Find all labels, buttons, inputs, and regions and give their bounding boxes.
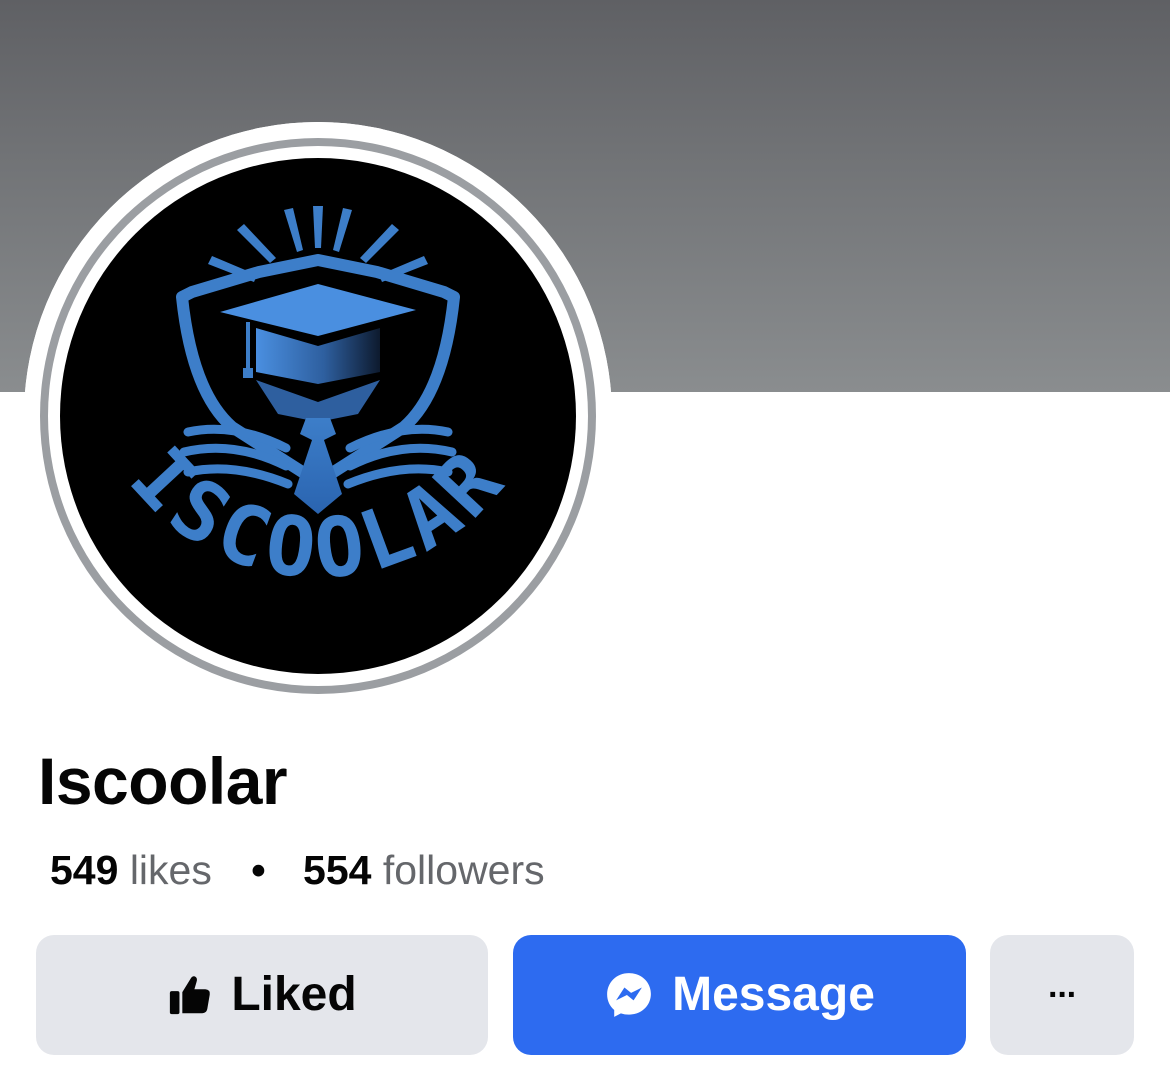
message-label: Message: [672, 968, 875, 1021]
more-options-button[interactable]: ···: [990, 935, 1134, 1055]
liked-label: Liked: [231, 968, 357, 1021]
profile-avatar[interactable]: ISCOOLAR: [24, 122, 612, 710]
page-stats[interactable]: 549 likes • 554 followers: [50, 850, 545, 891]
likes-count: 549: [50, 847, 119, 893]
thumbs-up-icon: [167, 972, 213, 1018]
liked-button[interactable]: Liked: [36, 935, 488, 1055]
followers-label: followers: [382, 847, 545, 893]
message-button[interactable]: Message: [513, 935, 966, 1055]
page-title: Iscoolar: [38, 744, 288, 818]
followers-count: 554: [303, 847, 372, 893]
likes-label: likes: [129, 847, 212, 893]
stats-separator: •: [251, 847, 266, 893]
iscoolar-logo: ISCOOLAR: [24, 122, 612, 710]
more-options-icon: ···: [1048, 975, 1078, 1014]
profile-page: ISCOOLAR Iscoolar 549 likes • 554 follow…: [0, 0, 1170, 1080]
messenger-icon: [604, 970, 654, 1020]
